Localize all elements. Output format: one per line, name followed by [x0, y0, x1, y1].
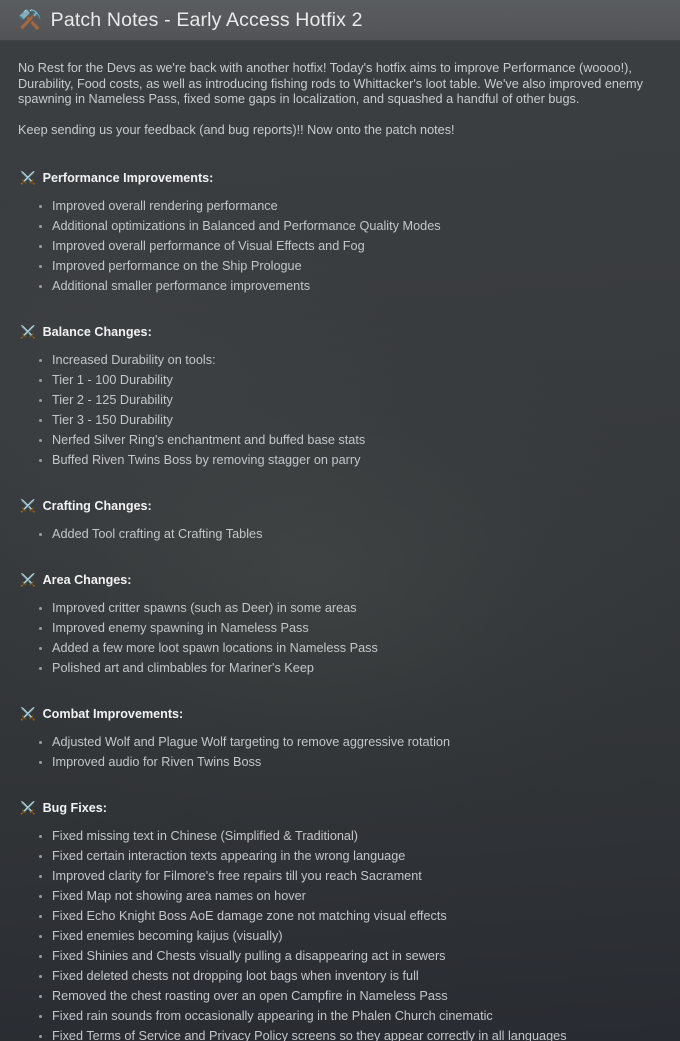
list-item: Fixed Map not showing area names on hove…	[18, 886, 666, 906]
list-item: Fixed certain interaction texts appearin…	[18, 846, 666, 866]
crossed-swords-icon: ⚔️	[20, 573, 36, 588]
list-item: Improved clarity for Filmore's free repa…	[18, 866, 666, 886]
list-item: Fixed Terms of Service and Privacy Polic…	[18, 1026, 666, 1041]
section-heading: ⚔️ Area Changes:	[18, 572, 666, 588]
list-item: Improved performance on the Ship Prologu…	[18, 256, 666, 276]
section-heading: ⚔️ Crafting Changes:	[18, 498, 666, 514]
patch-section: ⚔️ Crafting Changes: Added Tool crafting a…	[18, 498, 666, 544]
section-heading-label: Bug Fixes:	[42, 801, 107, 816]
list-item: Nerfed Silver Ring's enchantment and buf…	[18, 430, 666, 450]
section-bullet-list: Adjusted Wolf and Plague Wolf targeting …	[18, 722, 666, 772]
section-heading-label: Combat Improvements:	[42, 707, 184, 722]
section-bullet-list: Fixed missing text in Chinese (Simplifie…	[18, 816, 666, 1041]
crossed-swords-icon: ⚔️	[20, 801, 36, 816]
list-item: Additional smaller performance improveme…	[18, 276, 666, 296]
list-item: Improved enemy spawning in Nameless Pass	[18, 618, 666, 638]
section-heading: ⚔️ Combat Improvements:	[18, 706, 666, 722]
intro-paragraph-1: No Rest for the Devs as we're back with …	[18, 61, 643, 107]
crossed-swords-icon: ⚔️	[20, 171, 36, 186]
list-item: Buffed Riven Twins Boss by removing stag…	[18, 450, 666, 470]
patch-section: ⚔️ Balance Changes: Increased Durability o…	[18, 324, 666, 470]
section-heading-label: Crafting Changes:	[42, 499, 152, 514]
crossed-swords-icon: ⚔️	[20, 325, 36, 340]
list-item: Additional optimizations in Balanced and…	[18, 216, 666, 236]
section-heading: ⚔️ Bug Fixes:	[18, 800, 666, 816]
section-bullet-list: Increased Durability on tools: Tier 1 - 1…	[18, 340, 666, 470]
patch-section: ⚔️ Combat Improvements: Adjusted Wolf and …	[18, 706, 666, 772]
list-item: Polished art and climbables for Mariner'…	[18, 658, 666, 678]
list-item: Improved critter spawns (such as Deer) i…	[18, 598, 666, 618]
list-item: Fixed enemies becoming kaijus (visually)	[18, 926, 666, 946]
section-heading: ⚔️ Performance Improvements:	[18, 170, 666, 186]
section-heading-label: Balance Changes:	[42, 325, 152, 340]
list-item: Adjusted Wolf and Plague Wolf targeting …	[18, 732, 666, 752]
section-bullet-list: Added Tool crafting at Crafting Tables	[18, 514, 666, 544]
list-item: Fixed missing text in Chinese (Simplifie…	[18, 826, 666, 846]
list-item: Fixed Shinies and Chests visually pullin…	[18, 946, 666, 966]
list-item: Improved overall rendering performance	[18, 196, 666, 216]
list-item: Fixed rain sounds from occasionally appe…	[18, 1006, 666, 1026]
crossed-swords-icon: ⚔️	[20, 499, 36, 514]
list-item: Tier 3 - 150 Durability	[18, 410, 666, 430]
list-item: Improved audio for Riven Twins Boss	[18, 752, 666, 772]
page-header: ⚒️ Patch Notes - Early Access Hotfix 2	[0, 0, 680, 41]
patch-section: ⚔️ Performance Improvements: Improved over…	[18, 170, 666, 296]
patch-section: ⚔️ Area Changes: Improved critter spawns (…	[18, 572, 666, 678]
list-item: Added Tool crafting at Crafting Tables	[18, 524, 666, 544]
list-item: Tier 1 - 100 Durability	[18, 370, 666, 390]
list-item: Tier 2 - 125 Durability	[18, 390, 666, 410]
section-heading-label: Area Changes:	[42, 573, 132, 588]
list-item: Increased Durability on tools:	[18, 350, 666, 370]
list-item: Added a few more loot spawn locations in…	[18, 638, 666, 658]
list-item: Removed the chest roasting over an open …	[18, 986, 666, 1006]
page-title: Patch Notes - Early Access Hotfix 2	[50, 9, 363, 31]
patch-notes-body: No Rest for the Devs as we're back with …	[0, 41, 680, 1041]
list-item: Improved overall performance of Visual E…	[18, 236, 666, 256]
crossed-swords-icon: ⚔️	[20, 707, 36, 722]
list-item: Fixed deleted chests not dropping loot b…	[18, 966, 666, 986]
sections-container: ⚔️ Performance Improvements: Improved over…	[18, 138, 666, 1041]
section-heading: ⚔️ Balance Changes:	[18, 324, 666, 340]
hammer-and-wrench-icon: ⚒️	[18, 10, 42, 31]
section-bullet-list: Improved overall rendering performance Ad…	[18, 186, 666, 296]
intro-paragraph-2: Keep sending us your feedback (and bug r…	[18, 122, 455, 137]
patch-notes-page: ⚒️ Patch Notes - Early Access Hotfix 2 N…	[0, 0, 680, 1041]
patch-section: ⚔️ Bug Fixes: Fixed missing text in Chines…	[18, 800, 666, 1041]
section-bullet-list: Improved critter spawns (such as Deer) i…	[18, 588, 666, 678]
section-heading-label: Performance Improvements:	[42, 171, 214, 186]
list-item: Fixed Echo Knight Boss AoE damage zone n…	[18, 906, 666, 926]
